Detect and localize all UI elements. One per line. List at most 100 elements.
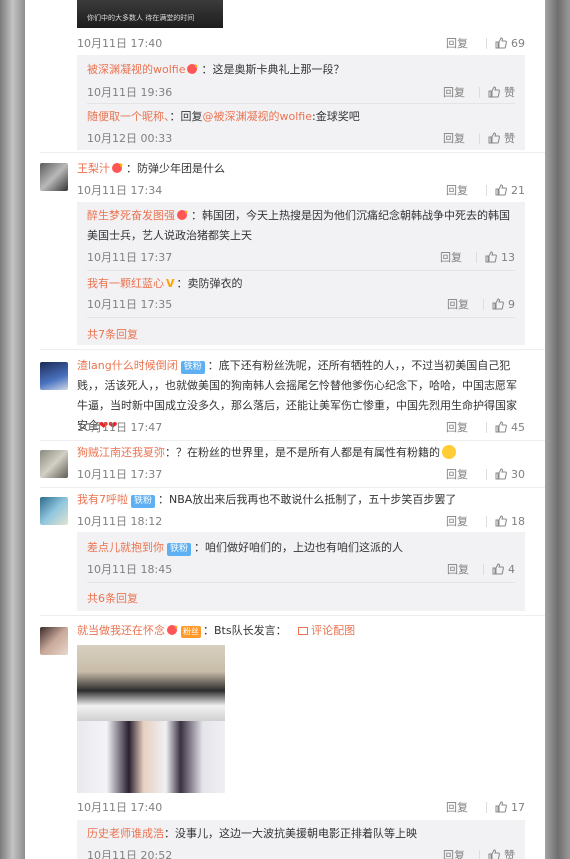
reply-text: 随便取一个昵称、：回复@被深渊凝视的wolfie:金球奖吧 [87, 107, 515, 127]
like-button[interactable]: 69 [495, 37, 525, 50]
reply-button[interactable]: 回复 [443, 84, 465, 100]
divider [479, 132, 480, 144]
divider [479, 849, 480, 859]
comment-divider [40, 487, 545, 488]
avatar[interactable] [40, 450, 68, 478]
comment-username[interactable]: 狗贼江南还我夏弥 [77, 446, 165, 459]
thumbs-up-icon [495, 421, 507, 433]
reply-button[interactable]: 回复 [443, 130, 465, 146]
thumbs-up-icon [492, 298, 504, 310]
reply-list: 差点儿就抱到你 铁粉 ：咱们做好咱们的，上边也有咱们这派的人 10月11日 18:4… [77, 532, 525, 611]
comment-username[interactable]: 渣lang什么时候倒闭 [77, 359, 178, 372]
reply-username[interactable]: 被深渊凝视的wolfie [87, 63, 185, 76]
thumbs-up-icon [488, 86, 500, 98]
comment-time: 10月11日 17:34 [77, 184, 163, 197]
divider [87, 582, 515, 583]
comment-divider [40, 615, 545, 616]
verified-v-icon: V [166, 277, 175, 290]
like-button[interactable]: 4 [492, 563, 515, 576]
like-label: 赞 [504, 849, 515, 859]
comment-text: 就当做我还在怀念 粉丝 ：Bts队长发言： 评论配图 [77, 621, 525, 641]
reply-content: ：咱们做好咱们的，上边也有咱们这派的人 [194, 541, 404, 554]
reply-button[interactable]: 回复 [440, 249, 462, 265]
fan-badge-icon [112, 163, 123, 173]
reply-time: 10月11日 18:45 [87, 563, 173, 576]
reply-button[interactable]: 回复 [446, 35, 468, 51]
reply-username[interactable]: 我有一颗红蓝心 [87, 277, 164, 290]
thumbs-up-icon [495, 801, 507, 813]
reply-button[interactable]: 回复 [443, 847, 465, 859]
reply-content: ：卖防弹衣的 [176, 277, 243, 290]
comment-time: 10月11日 17:47 [77, 421, 163, 434]
avatar[interactable] [40, 362, 68, 390]
reply-actions: 回复 赞 [443, 84, 515, 100]
fan-badge: 铁粉 [167, 543, 192, 556]
reply-button[interactable]: 回复 [446, 513, 468, 529]
like-button[interactable]: 30 [495, 468, 525, 481]
reply-button[interactable]: 回复 [446, 466, 468, 482]
comment-username[interactable]: 我有7呼啦 [77, 493, 128, 506]
thumbs-up-icon [485, 251, 497, 263]
reply-time: 10月12日 00:33 [87, 132, 173, 145]
reply-actions: 回复 9 [447, 296, 515, 312]
comment-text: 狗贼江南还我夏弥：？在粉丝的世界里，是不是所有人都是有属性有粉籍的 [77, 443, 525, 463]
divider [87, 317, 515, 318]
image-link-label: 评论配图 [311, 624, 356, 637]
mention-link[interactable]: @被深渊凝视的wolfie [203, 110, 312, 123]
reply-button[interactable]: 回复 [446, 182, 468, 198]
like-count: 21 [511, 183, 525, 197]
like-button[interactable]: 赞 [488, 84, 515, 100]
divider [87, 103, 515, 104]
reply-username[interactable]: 醉生梦死奋发图强 [87, 209, 175, 222]
comment-content: ：NBA放出来后我再也不敢说什么抵制了，五十步笑百步罢了 [158, 493, 457, 506]
comment-actions: 回复 17 [446, 799, 525, 815]
reply-button[interactable]: 回复 [447, 561, 469, 577]
thumbs-up-icon [488, 849, 500, 859]
like-button[interactable]: 赞 [488, 847, 515, 859]
reply-list: 被深渊凝视的wolfie ：这是奥斯卡典礼上那一段？ 10月11日 19:36 回… [77, 55, 525, 150]
photo-group-bottom [77, 721, 225, 793]
more-replies-link[interactable]: 共6条回复 [87, 590, 138, 606]
reply-button[interactable]: 回复 [446, 799, 468, 815]
like-button[interactable]: 13 [485, 251, 515, 264]
like-count: 4 [508, 562, 515, 576]
like-button[interactable]: 45 [495, 421, 525, 434]
comment-image[interactable] [77, 645, 225, 793]
like-button[interactable]: 18 [495, 515, 525, 528]
comment-image-link[interactable]: 评论配图 [298, 624, 355, 637]
photo-group-top [77, 645, 225, 721]
divider [479, 86, 480, 98]
reply-text: 醉生梦死奋发图强 ：韩国团，今天上热搜是因为他们沉痛纪念朝韩战争中死去的韩国美国士… [87, 206, 515, 246]
like-count: 69 [511, 36, 525, 50]
comment-username[interactable]: 王梨汁 [77, 162, 110, 175]
like-button[interactable]: 赞 [488, 130, 515, 146]
like-button[interactable]: 21 [495, 184, 525, 197]
avatar[interactable] [40, 497, 68, 525]
comment-time: 10月11日 18:12 [77, 515, 163, 528]
reply-actions: 回复 赞 [443, 130, 515, 146]
like-count: 45 [511, 420, 525, 434]
image-caption: 你们中的大多数人 待在满堂的时间 [87, 14, 195, 22]
reply-text: 历史老师谁成浩：没事儿，这边一大波抗美援朝电影正排着队等上映 [87, 824, 515, 844]
like-button[interactable]: 9 [492, 298, 515, 311]
like-button[interactable]: 17 [495, 801, 525, 814]
reply-username[interactable]: 随便取一个昵称、 [87, 110, 170, 123]
reply-username[interactable]: 差点儿就抱到你 [87, 541, 164, 554]
like-count: 9 [508, 297, 515, 311]
reply-button[interactable]: 回复 [447, 296, 469, 312]
reply-actions: 回复 赞 [443, 847, 515, 859]
divider [486, 801, 487, 813]
fan-badge-icon [177, 210, 188, 220]
like-count: 17 [511, 800, 525, 814]
avatar[interactable] [40, 163, 68, 191]
reply-time: 10月11日 17:37 [87, 251, 173, 264]
comment-image-top[interactable]: 你们中的大多数人 待在满堂的时间 [77, 0, 223, 28]
reply-username[interactable]: 历史老师谁成浩 [87, 827, 164, 840]
more-replies-link[interactable]: 共7条回复 [87, 326, 138, 342]
comment-time: 10月11日 17:37 [77, 468, 163, 481]
comment-username[interactable]: 就当做我还在怀念 [77, 624, 165, 637]
like-label: 赞 [504, 86, 515, 99]
avatar[interactable] [40, 627, 68, 655]
reply-button[interactable]: 回复 [446, 419, 468, 435]
comment-actions: 回复 30 [446, 466, 525, 482]
